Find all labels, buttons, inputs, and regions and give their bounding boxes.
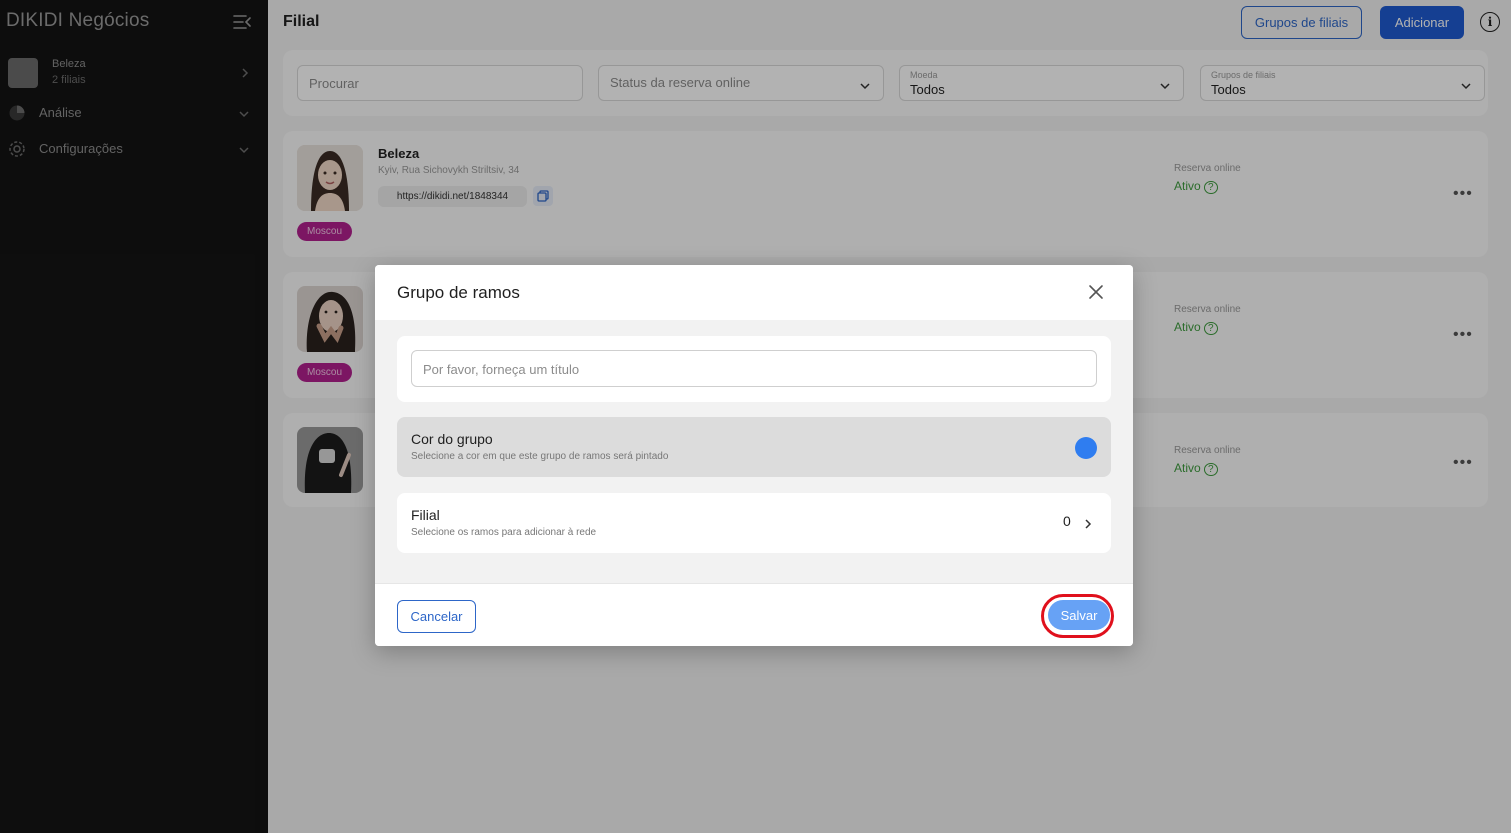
selected-branch-count: 0 [1063, 513, 1071, 529]
group-color-row[interactable]: Cor do grupo Selecione a cor em que este… [397, 417, 1111, 477]
branch-group-modal: Grupo de ramos Por favor, forneça um tít… [375, 265, 1133, 646]
modal-header: Grupo de ramos [375, 265, 1133, 320]
group-title-placeholder: Por favor, forneça um título [423, 362, 580, 377]
branch-select-subtitle: Selecione os ramos para adicionar à rede [411, 527, 597, 538]
save-button[interactable]: Salvar [1048, 600, 1110, 630]
cancel-button[interactable]: Cancelar [397, 600, 476, 633]
branch-select-row[interactable]: Filial Selecione os ramos para adicionar… [397, 493, 1111, 553]
group-color-subtitle: Selecione a cor em que este grupo de ram… [411, 451, 669, 462]
branch-select-title: Filial [411, 507, 440, 523]
modal-footer: Cancelar Salvar [375, 583, 1133, 646]
color-swatch[interactable] [1075, 437, 1097, 459]
modal-title: Grupo de ramos [397, 283, 520, 302]
title-block: Por favor, forneça um título [397, 336, 1111, 402]
group-color-title: Cor do grupo [411, 431, 493, 447]
group-title-input[interactable]: Por favor, forneça um título [411, 350, 1097, 387]
chevron-right-icon [1083, 517, 1093, 535]
close-icon[interactable] [1087, 283, 1105, 301]
